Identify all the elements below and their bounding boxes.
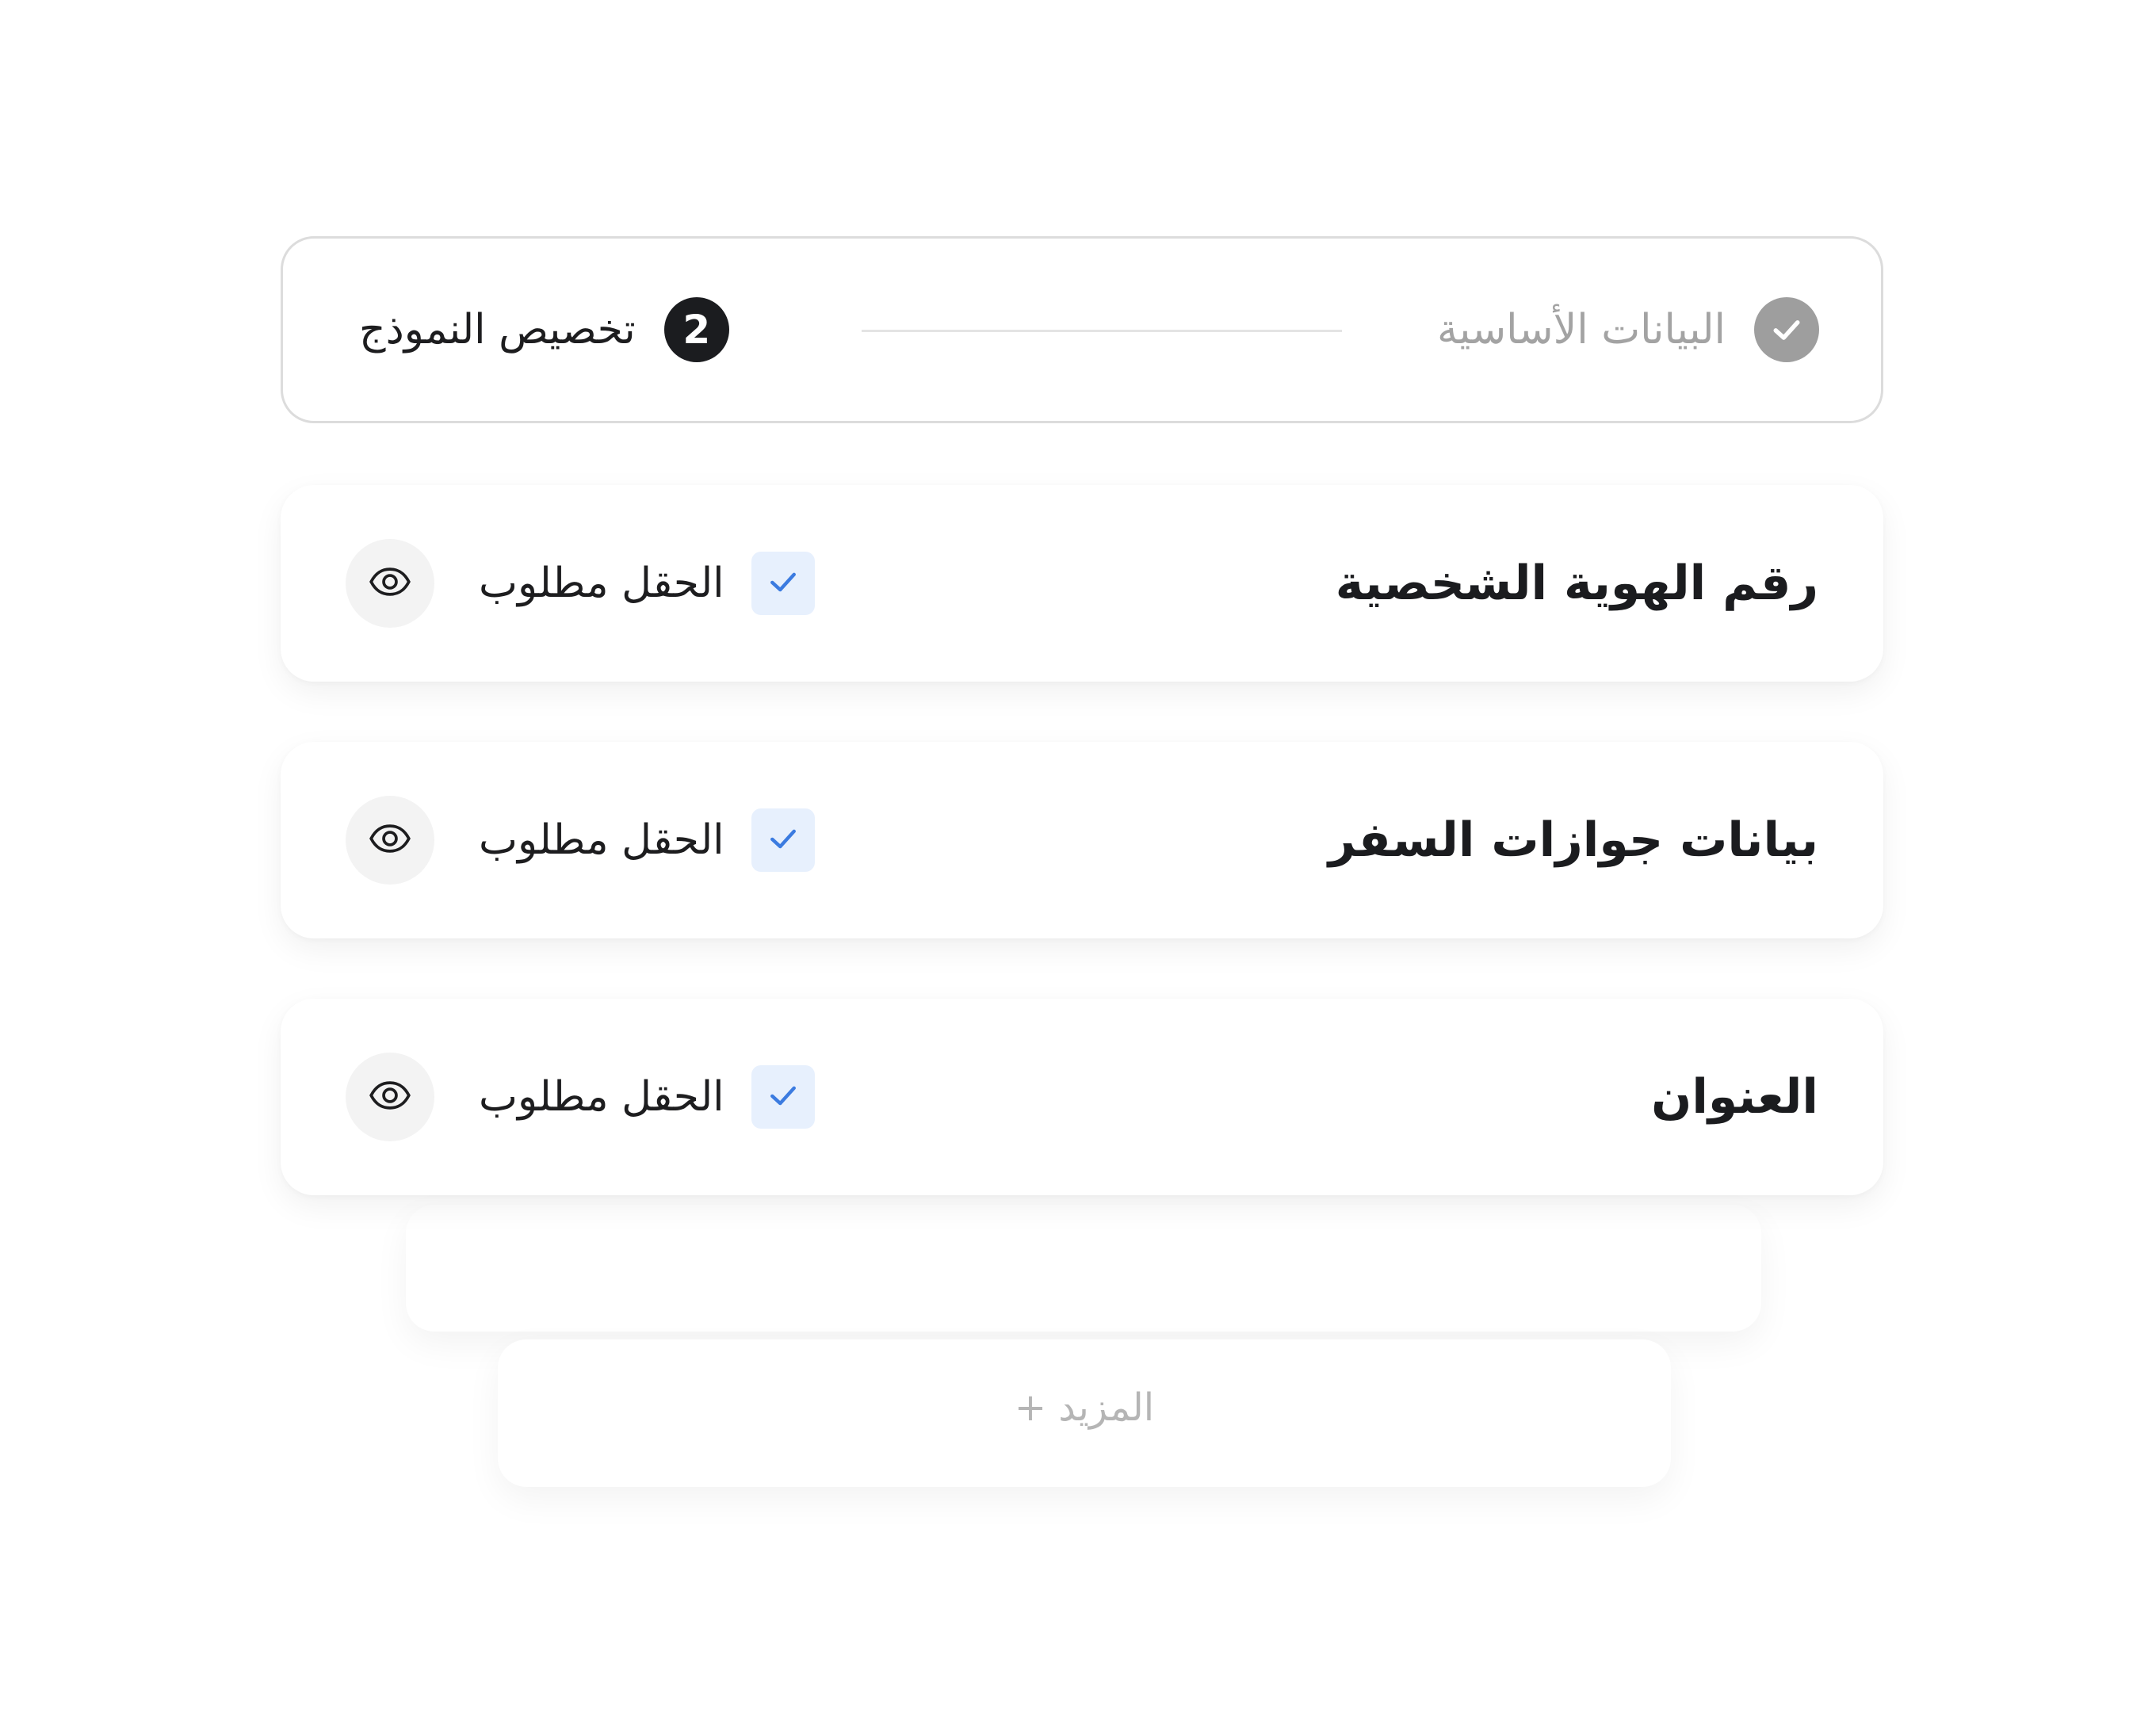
form-customizer: المزيد + البيانات الأساسية 2 تخصيص النمو… [0,0,2156,1712]
more-fields-button[interactable]: المزيد + [1015,1385,1154,1430]
eye-icon [368,1073,412,1121]
step-connector [862,330,1342,332]
step-label: تخصيص النموذج [359,306,636,353]
required-label: الحقل مطلوب [479,816,724,864]
field-controls: الحقل مطلوب [346,485,815,682]
required-checkbox[interactable] [751,808,815,872]
check-icon [1754,297,1819,362]
step-basic-info[interactable]: البيانات الأساسية [1437,239,1819,421]
required-label: الحقل مطلوب [479,1073,724,1121]
field-card-passport: بيانات جوازات السفر الحقل مطلوب [281,742,1883,938]
visibility-toggle-button[interactable] [346,539,434,628]
field-card-address: العنوان الحقل مطلوب [281,999,1883,1195]
step-label: البيانات الأساسية [1437,306,1726,353]
field-title: العنوان [1651,1069,1818,1125]
stepper: البيانات الأساسية 2 تخصيص النموذج [281,236,1883,423]
required-checkbox[interactable] [751,552,815,615]
visibility-toggle-button[interactable] [346,1053,434,1141]
visibility-toggle-button[interactable] [346,796,434,885]
field-title: رقم الهوية الشخصية [1335,556,1818,611]
field-controls: الحقل مطلوب [346,742,815,938]
more-fields-card[interactable]: المزيد + [498,1339,1671,1487]
field-title: بيانات جوازات السفر [1328,812,1818,868]
required-checkbox[interactable] [751,1065,815,1129]
required-label: الحقل مطلوب [479,560,724,607]
field-card-id-number: رقم الهوية الشخصية الحقل مطلوب [281,485,1883,682]
checkmark-icon [766,564,801,602]
checkmark-icon [766,821,801,859]
field-controls: الحقل مطلوب [346,999,815,1195]
checkmark-icon [766,1078,801,1116]
step-number-badge: 2 [663,297,729,362]
eye-icon [368,816,412,864]
stacked-card-placeholder [406,1205,1761,1332]
eye-icon [368,560,412,607]
step-customize-form[interactable]: 2 تخصيص النموذج [359,239,729,421]
